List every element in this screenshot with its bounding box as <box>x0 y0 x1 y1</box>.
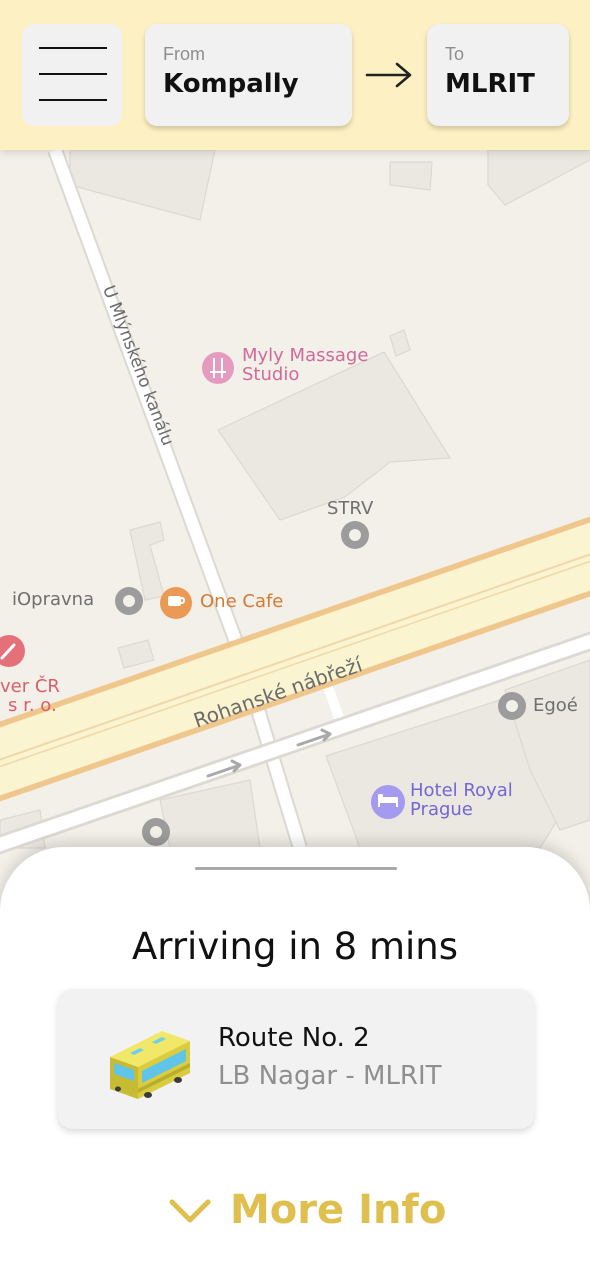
poi-label-iopravna[interactable]: iOpravna <box>12 590 94 610</box>
poi-label-strv[interactable]: STRV <box>327 499 373 519</box>
poi-label-line: s r. o. <box>8 694 57 716</box>
to-value: MLRIT <box>445 69 535 99</box>
route-path: LB Nagar - MLRIT <box>218 1061 442 1091</box>
arrow-right-icon <box>365 62 412 88</box>
from-value: Kompally <box>163 69 299 99</box>
hamburger-menu-icon-bar <box>39 99 107 101</box>
from-location-field[interactable]: From Kompally <box>145 24 352 126</box>
to-caption: To <box>445 44 465 64</box>
poi-label-egoe[interactable]: Egoé <box>533 696 578 716</box>
poi-label-line: Studio <box>242 363 300 385</box>
route-name: Route No. 2 <box>218 1023 370 1053</box>
hamburger-menu-icon <box>39 47 107 49</box>
chevron-down-icon <box>169 1199 211 1223</box>
menu-button[interactable] <box>22 24 122 126</box>
sheet-drag-handle[interactable] <box>195 867 397 870</box>
route-header: From Kompally To MLRIT <box>0 0 590 150</box>
hamburger-menu-icon-bar <box>39 73 107 75</box>
more-info-label: More Info <box>230 1187 447 1233</box>
from-caption: From <box>163 44 205 64</box>
poi-label-one-cafe[interactable]: One Cafe <box>200 592 283 612</box>
arrival-bottom-sheet: Arriving in 8 mins Route No. 2 LB Nagar … <box>0 847 590 1280</box>
arrival-time-heading: Arriving in 8 mins <box>131 925 459 968</box>
poi-label-ver-cr[interactable]: ver ČR s r. o. <box>0 677 60 716</box>
to-location-field[interactable]: To MLRIT <box>427 24 569 126</box>
poi-label-myly-massage-studio[interactable]: Myly Massage Studio <box>242 346 368 385</box>
poi-label-hotel-royal-prague[interactable]: Hotel Royal Prague <box>410 781 513 820</box>
poi-label-line: Prague <box>410 798 473 820</box>
route-card[interactable]: Route No. 2 LB Nagar - MLRIT <box>58 989 534 1129</box>
bus-icon <box>110 1031 190 1099</box>
